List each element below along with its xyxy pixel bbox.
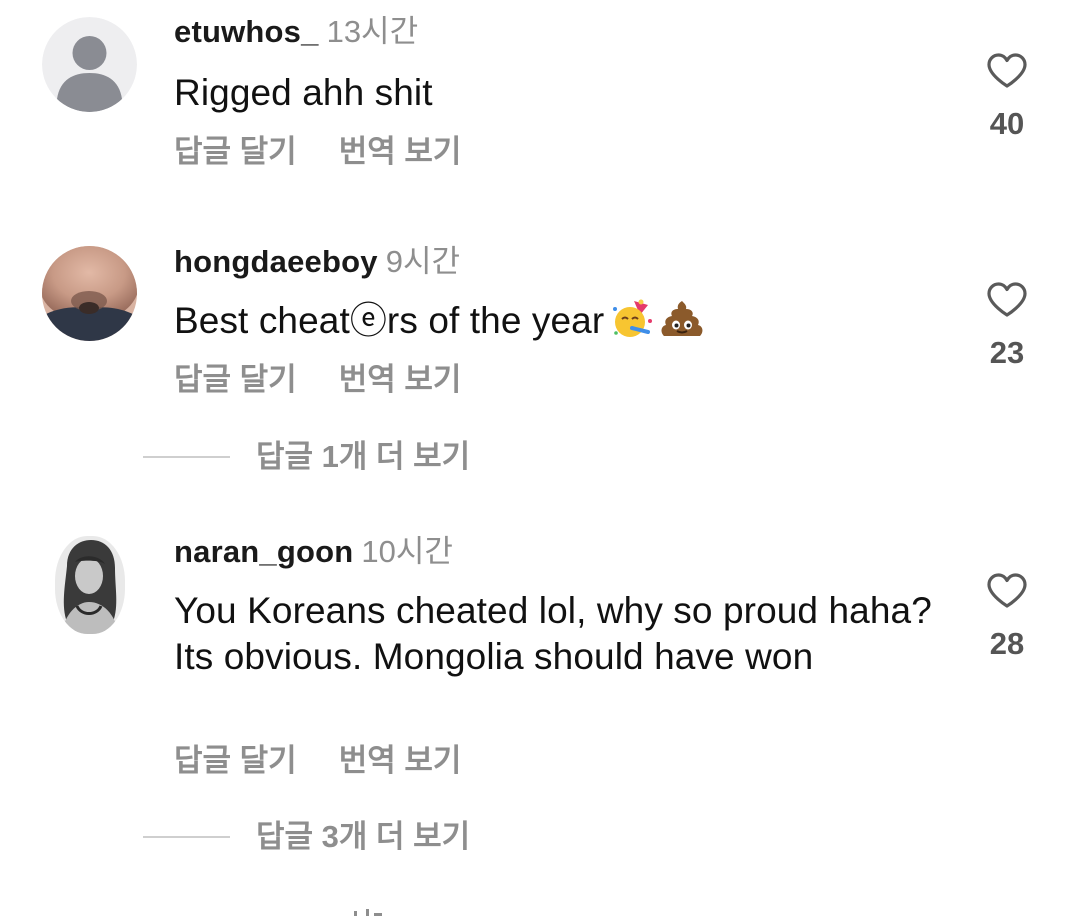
comment-header: naran_goon 10시간 — [174, 534, 453, 570]
reply-button[interactable]: 답글 달기 — [174, 743, 297, 778]
next-comment-partial — [340, 905, 400, 916]
view-more-replies-label[interactable]: 답글 3개 더 보기 — [256, 819, 470, 855]
comment-text: You Koreans cheated lol, why so proud ha… — [174, 590, 932, 677]
heart-icon[interactable] — [978, 572, 1036, 610]
translate-button[interactable]: 번역 보기 — [339, 743, 462, 778]
like-control: 28 — [978, 572, 1036, 662]
comment-item: naran_goon 10시간 You Koreans cheated lol, … — [0, 0, 1080, 880]
comment-actions: 답글 달기 번역 보기 — [174, 743, 461, 779]
username[interactable]: naran_goon — [174, 534, 353, 569]
user-avatar[interactable] — [55, 536, 125, 634]
view-more-replies[interactable]: 답글 3개 더 보기 — [143, 817, 470, 857]
like-count: 28 — [989, 626, 1025, 661]
timestamp: 10시간 — [361, 534, 453, 569]
divider-line — [143, 836, 230, 838]
